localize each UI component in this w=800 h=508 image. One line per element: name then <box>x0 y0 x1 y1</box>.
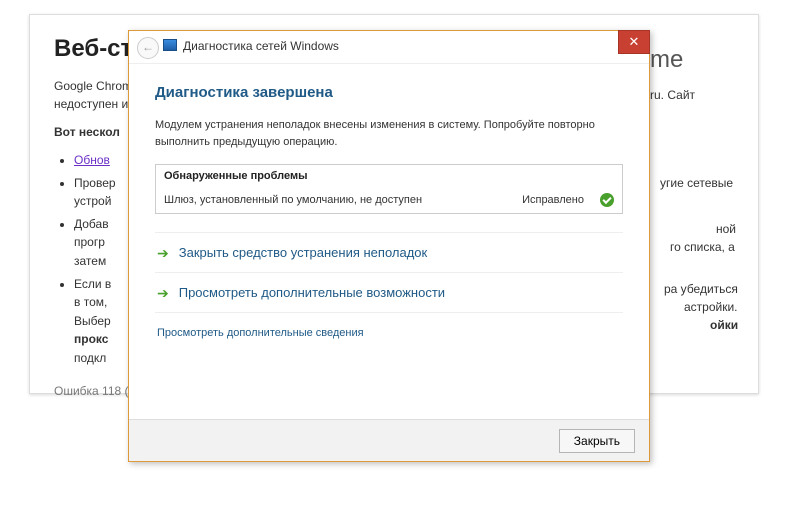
issues-header: Обнаруженные проблемы <box>156 165 622 187</box>
li4-tail1: ра убедиться <box>664 282 738 296</box>
wizard-footer: Закрыть <box>129 419 649 461</box>
back-arrow-icon: ← <box>142 40 154 54</box>
issues-box: Обнаруженные проблемы Шлюз, установленны… <box>155 164 623 214</box>
reload-link[interactable]: Обнов <box>74 153 110 167</box>
window-title: Диагностика сетей Windows <box>183 39 339 53</box>
result-description: Модулем устранения неполадок внесены изм… <box>155 117 623 150</box>
para-tail: ru. Сайт <box>650 88 695 102</box>
issue-status: Исправлено <box>522 194 584 206</box>
troubleshooter-window: ← Диагностика сетей Windows ✕ Диагностик… <box>128 30 650 462</box>
issue-text: Шлюз, установленный по умолчанию, не дос… <box>164 194 522 206</box>
title-tail: me <box>650 46 683 74</box>
wizard-body: Диагностика завершена Модулем устранения… <box>129 64 649 341</box>
titlebar: ← Диагностика сетей Windows ✕ <box>129 31 649 64</box>
back-button[interactable]: ← <box>137 37 159 59</box>
close-icon: ✕ <box>629 34 640 49</box>
li4-tail2: астройки. <box>684 300 738 314</box>
li3-tail2: го списка, а <box>670 240 735 254</box>
view-details-link[interactable]: Просмотреть дополнительные сведения <box>157 327 364 339</box>
close-button[interactable]: Закрыть <box>559 429 635 453</box>
complete-heading: Диагностика завершена <box>155 84 623 101</box>
issue-row: Шлюз, установленный по умолчанию, не дос… <box>156 187 622 213</box>
action-label: Просмотреть дополнительные возможности <box>179 285 445 300</box>
more-options-action[interactable]: ➔ Просмотреть дополнительные возможности <box>155 273 623 313</box>
li3-tail1: ной <box>716 222 736 236</box>
check-circle-icon <box>600 193 614 207</box>
window-close-button[interactable]: ✕ <box>618 30 650 54</box>
action-list: ➔ Закрыть средство устранения неполадок … <box>155 232 623 313</box>
li2-tail: угие сетевые <box>660 176 733 190</box>
arrow-right-icon: ➔ <box>157 286 169 300</box>
arrow-right-icon: ➔ <box>157 246 169 260</box>
action-label: Закрыть средство устранения неполадок <box>179 245 427 260</box>
close-troubleshooter-action[interactable]: ➔ Закрыть средство устранения неполадок <box>155 233 623 273</box>
window-app-icon <box>163 39 177 51</box>
li4-tail3: ойки <box>710 318 738 332</box>
